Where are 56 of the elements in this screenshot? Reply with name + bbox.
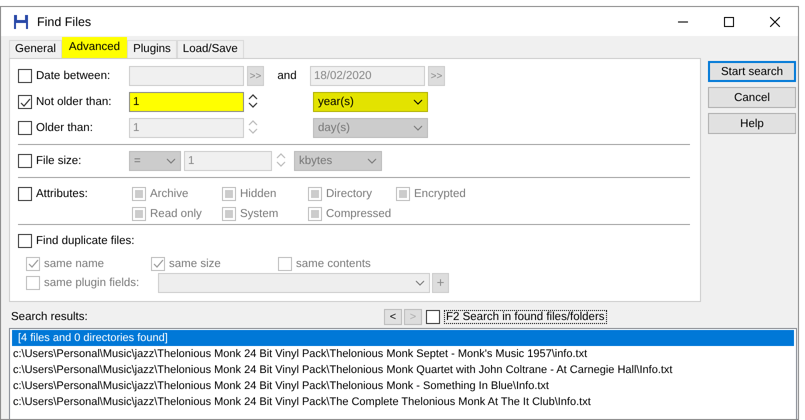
chevron-down-icon (367, 158, 377, 164)
dropdown[interactable] (158, 272, 430, 292)
checkbox-label: Find duplicate files: (36, 235, 134, 247)
tab[interactable]: Plugins (127, 40, 177, 58)
checkbox-label: Not older than: (36, 96, 112, 108)
checkbox-label: Older than: (36, 122, 93, 134)
checkbox-label: Encrypted (414, 188, 466, 200)
chevron-down-icon (413, 99, 423, 105)
checkbox-label: System (240, 208, 278, 220)
button[interactable]: Cancel (708, 87, 796, 108)
chevron-down-icon (415, 280, 425, 286)
checkbox[interactable] (151, 256, 165, 270)
maximize-icon (724, 16, 734, 26)
checkbox-label: Read only (150, 208, 202, 220)
result-item[interactable]: [4 files and 0 directories found] (12, 330, 794, 346)
checkbox[interactable] (18, 121, 32, 135)
checkbox-label: Directory (326, 188, 372, 200)
input-field[interactable]: 1 (129, 92, 244, 112)
tab[interactable]: General (9, 40, 62, 58)
checkbox[interactable] (26, 276, 40, 290)
button[interactable]: Start search (708, 61, 796, 82)
checkbox-label: same size (169, 258, 221, 270)
result-item[interactable]: c:\Users\Personal\Music\jazz\Thelonious Monk 24 Bit Vinyl Pack\Thelonious Monk Quartet with John Coltrane - At Carnegie Hall\Info.txt (12, 362, 794, 378)
result-item[interactable]: c:\Users\Personal\Music\jazz\Thelonious Monk 24 Bit Vinyl Pack\The Complete Thelonious Monk At The It Club\Info.txt (12, 394, 794, 410)
result-item[interactable]: c:\Users\Personal\Music\jazz\Thelonious Monk 24 Bit Vinyl Pack\Thelonious Monk - Something In Blue\Info.txt (12, 378, 794, 394)
tab[interactable]: Advanced (62, 37, 128, 58)
tab[interactable]: Load/Save (176, 40, 244, 58)
input-field[interactable] (129, 66, 244, 86)
checkbox[interactable] (426, 310, 440, 324)
previous-button[interactable]: < (384, 309, 402, 325)
checkbox-label: File size: (36, 155, 82, 167)
checkbox-label: same name (44, 258, 104, 270)
checkbox-label: F2 Search in found files/folders (444, 310, 607, 324)
close-icon (770, 16, 780, 26)
checkbox-label: same contents (296, 258, 371, 270)
checkbox-label: Hidden (240, 188, 276, 200)
checkbox-label: Date between: (36, 70, 110, 82)
checkbox[interactable] (26, 256, 40, 270)
checkbox[interactable] (278, 256, 292, 270)
dropdown[interactable]: year(s) (313, 92, 428, 112)
checkbox[interactable] (18, 154, 32, 168)
checkbox[interactable] (18, 95, 32, 109)
checkbox[interactable] (18, 69, 32, 83)
chevron-down-icon (413, 125, 423, 131)
button[interactable]: Help (708, 113, 796, 134)
chevron-down-icon (166, 158, 176, 164)
checkbox[interactable] (18, 234, 32, 248)
section-label: Search results: (11, 311, 89, 323)
conjunction-label: and (276, 70, 298, 82)
checkbox-label: same plugin fields: (44, 276, 140, 288)
result-item[interactable]: c:\Users\Personal\Music\jazz\Thelonious Monk 24 Bit Vinyl Pack\Thelonious Monk Septet - Monk's Music 1957\info.txt (12, 346, 794, 362)
checkbox-label: Archive (150, 188, 188, 200)
checkbox-label: Compressed (326, 208, 392, 220)
checkbox[interactable] (18, 187, 32, 201)
checkbox-label: Attributes: (36, 188, 88, 200)
window-title: Find Files (37, 14, 92, 28)
